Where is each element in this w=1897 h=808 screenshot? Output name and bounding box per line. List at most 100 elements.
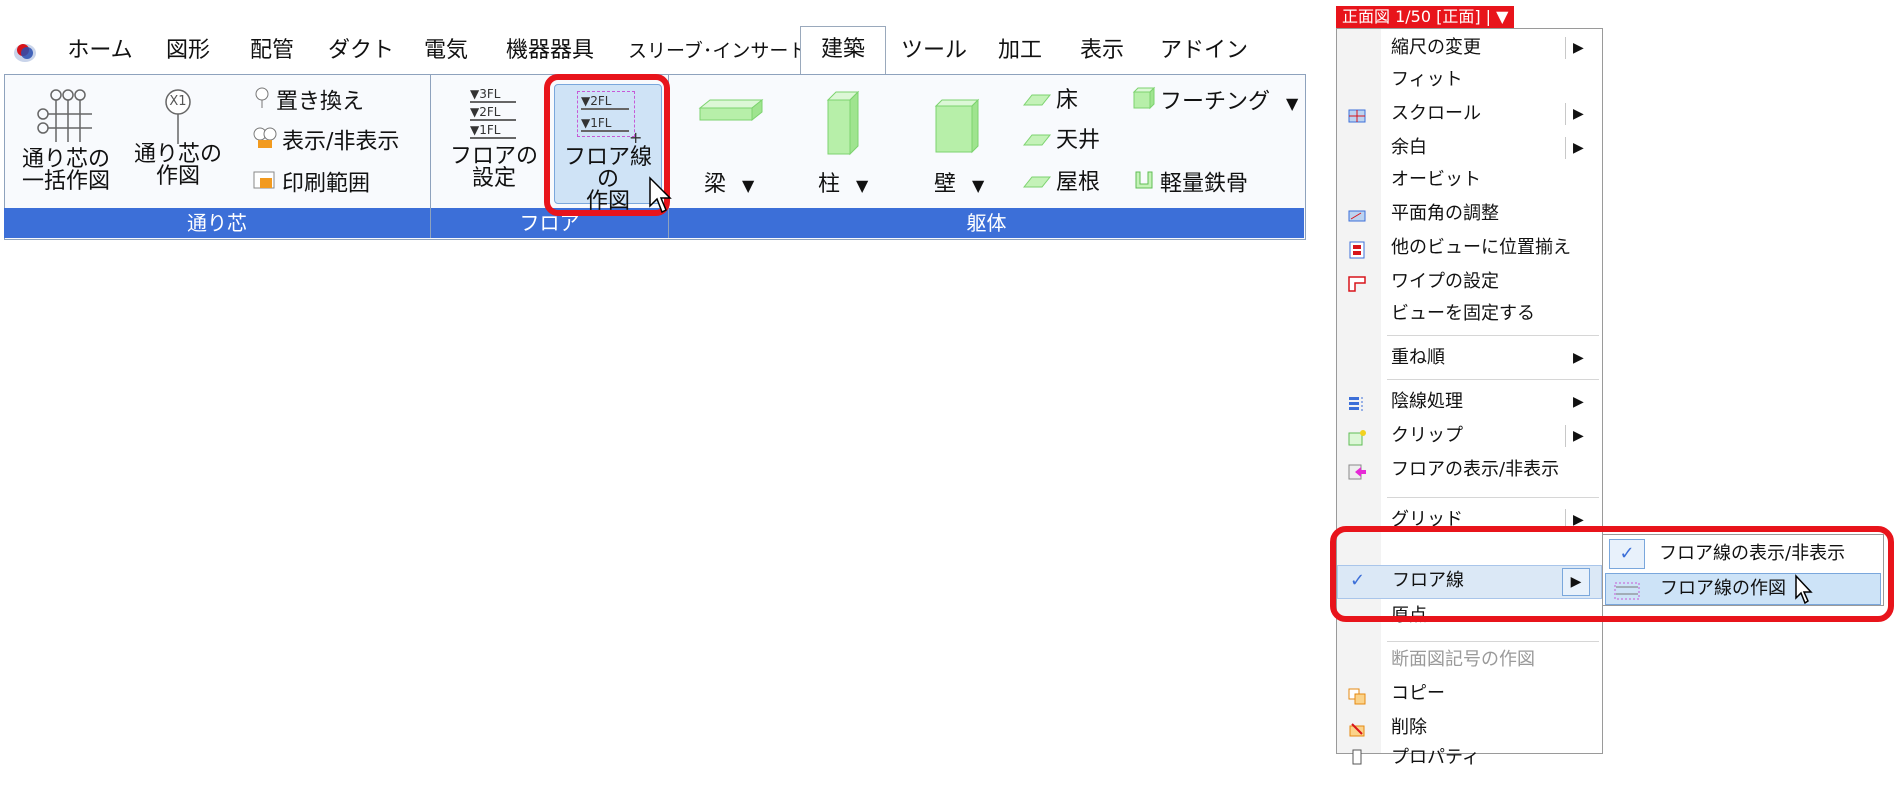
- tab-piping[interactable]: 配管: [244, 28, 300, 74]
- menu-item-fix-view[interactable]: ビューを固定する: [1337, 299, 1602, 329]
- submenu-arrow-icon: ▶: [1573, 140, 1584, 156]
- beam-icon: [698, 96, 764, 130]
- menu-item-properties[interactable]: プロパティ: [1337, 745, 1602, 768]
- menu-item-label: 重ね順: [1391, 347, 1445, 368]
- tab-electric[interactable]: 電気: [418, 28, 474, 74]
- menu-item-label: 他のビューに位置揃え: [1391, 237, 1571, 258]
- roof-label: 屋根: [1056, 170, 1101, 195]
- footing-button[interactable]: フーチング ▼: [1132, 86, 1298, 116]
- view-tab-front[interactable]: 正面図 1/50 [正面] | ▼: [1336, 6, 1515, 28]
- menu-item-label: コピー: [1391, 683, 1445, 704]
- floor-slab-icon: [1022, 86, 1052, 116]
- ceiling-icon: [1022, 126, 1052, 156]
- menu-item-fit[interactable]: フィット: [1337, 65, 1602, 95]
- menu-item-delete[interactable]: 削除: [1337, 713, 1602, 743]
- tab-home[interactable]: ホーム: [60, 28, 140, 74]
- floor-label-3fl: ▼3FL: [470, 88, 516, 103]
- menu-item-label: ビューを固定する: [1391, 303, 1535, 324]
- column-label: 柱: [818, 172, 841, 197]
- menu-separator: [1387, 497, 1599, 498]
- replace-button[interactable]: 置き換え: [252, 86, 364, 116]
- floor-setting-icon: ▼3FL ▼2FL ▼1FL: [464, 88, 524, 146]
- mouse-cursor-icon: [648, 176, 672, 220]
- floor-slab-button[interactable]: 床: [1022, 86, 1078, 116]
- menu-item-label: 縮尺の変更: [1391, 37, 1481, 58]
- tab-view[interactable]: 表示: [1074, 28, 1130, 74]
- beam-dropdown-icon[interactable]: ▼: [742, 176, 754, 195]
- footing-dropdown-icon[interactable]: ▼: [1286, 94, 1298, 113]
- menu-separator: [1387, 335, 1599, 336]
- footing-label: フーチング: [1160, 89, 1271, 115]
- group-label-grid: 通り芯: [4, 208, 430, 238]
- roof-icon: [1022, 168, 1052, 198]
- menu-item-wipe-setting[interactable]: ワイプの設定: [1337, 267, 1602, 297]
- wipe-icon: [1347, 273, 1367, 292]
- grid-batch-icon: [37, 89, 92, 142]
- menu-item-label: ワイプの設定: [1391, 271, 1499, 292]
- submenu-arrow-icon: ▶: [1573, 40, 1584, 56]
- menu-item-plane-angle[interactable]: 平面角の調整: [1337, 199, 1602, 229]
- tab-sleeve-insert[interactable]: スリーブ･インサート: [628, 28, 807, 74]
- menu-item-clip[interactable]: クリップ ▶: [1337, 421, 1602, 451]
- replace-label: 置き換え: [276, 89, 365, 115]
- show-hide-label: 表示/非表示: [282, 129, 400, 155]
- scroll-icon: [1347, 105, 1367, 123]
- beam-label: 梁: [704, 172, 727, 197]
- tab-tools[interactable]: ツール: [896, 28, 972, 74]
- roof-button[interactable]: 屋根: [1022, 168, 1100, 198]
- menu-item-scale-change[interactable]: 縮尺の変更 ▶: [1337, 33, 1602, 63]
- menu-item-section-symbol: 断面図記号の作図: [1337, 645, 1602, 675]
- tab-addin[interactable]: アドイン: [1160, 28, 1248, 74]
- highlight-frame: [1330, 526, 1894, 622]
- menu-item-copy[interactable]: コピー: [1337, 679, 1602, 709]
- tab-processing[interactable]: 加工: [992, 28, 1048, 74]
- print-range-button[interactable]: 印刷範囲: [252, 168, 370, 198]
- clip-icon: [1347, 427, 1367, 446]
- beam-button[interactable]: 梁 ▼: [704, 170, 754, 200]
- column-dropdown-icon[interactable]: ▼: [856, 176, 868, 195]
- wall-button[interactable]: 壁 ▼: [934, 170, 984, 200]
- menu-item-align-view[interactable]: 他のビューに位置揃え: [1337, 233, 1602, 263]
- wall-label: 壁: [934, 172, 957, 197]
- menu-item-scroll[interactable]: スクロール ▶: [1337, 99, 1602, 129]
- menu-item-hidden-line[interactable]: 陰線処理 ▶: [1337, 387, 1602, 417]
- menu-item-label: フィット: [1391, 69, 1463, 90]
- menu-item-label: プロパティ: [1391, 747, 1480, 768]
- floor-label-1fl: ▼1FL: [470, 124, 516, 139]
- column-icon: [826, 90, 860, 160]
- show-hide-button[interactable]: 表示/非表示: [252, 126, 399, 156]
- menu-item-label: オービット: [1391, 169, 1481, 190]
- ribbon-tabbar: ホーム 図形 配管 ダクト 電気 機器器具 スリーブ･インサート 建築 ツール …: [0, 26, 1305, 75]
- print-range-icon: [252, 168, 278, 201]
- replace-icon: [252, 86, 272, 119]
- menu-item-orbit[interactable]: オービット: [1337, 165, 1602, 195]
- grid-badge-text: X1: [169, 94, 187, 109]
- menu-separator: [1387, 641, 1599, 642]
- tab-duct[interactable]: ダクト: [328, 28, 394, 74]
- tab-shapes[interactable]: 図形: [160, 28, 216, 74]
- grid-batch-draw-button[interactable]: 通り芯の 一括作図: [14, 88, 118, 193]
- tab-architecture[interactable]: 建築: [800, 26, 886, 75]
- align-icon: [1347, 239, 1367, 259]
- grid-draw-icon: X1: [158, 88, 198, 144]
- menu-item-stack-order[interactable]: 重ね順 ▶: [1337, 343, 1602, 373]
- group-label-structure: 躯体: [669, 208, 1304, 238]
- menu-item-margin[interactable]: 余白 ▶: [1337, 133, 1602, 163]
- light-steel-button[interactable]: 軽量鉄骨: [1132, 168, 1248, 198]
- column-button[interactable]: 柱 ▼: [818, 170, 868, 200]
- menu-item-label: 削除: [1391, 717, 1427, 738]
- menu-item-label: 断面図記号の作図: [1391, 649, 1535, 670]
- wall-dropdown-icon[interactable]: ▼: [972, 176, 984, 195]
- floor-setting-button[interactable]: ▼3FL ▼2FL ▼1FL フロアの 設定: [446, 88, 542, 190]
- tab-equipment[interactable]: 機器器具: [500, 28, 600, 74]
- ceiling-button[interactable]: 天井: [1022, 126, 1100, 156]
- properties-icon: [1347, 747, 1367, 765]
- menu-item-floor-visibility[interactable]: フロアの表示/非表示: [1337, 455, 1602, 485]
- menu-item-label: 陰線処理: [1391, 391, 1463, 412]
- submenu-arrow-icon: ▶: [1573, 350, 1584, 366]
- menu-item-label: スクロール: [1391, 103, 1481, 124]
- floor-slab-label: 床: [1056, 88, 1079, 113]
- footing-icon: [1132, 86, 1156, 119]
- grid-draw-button[interactable]: X1 通り芯の 作図: [128, 88, 228, 188]
- hidden-line-icon: [1347, 393, 1367, 411]
